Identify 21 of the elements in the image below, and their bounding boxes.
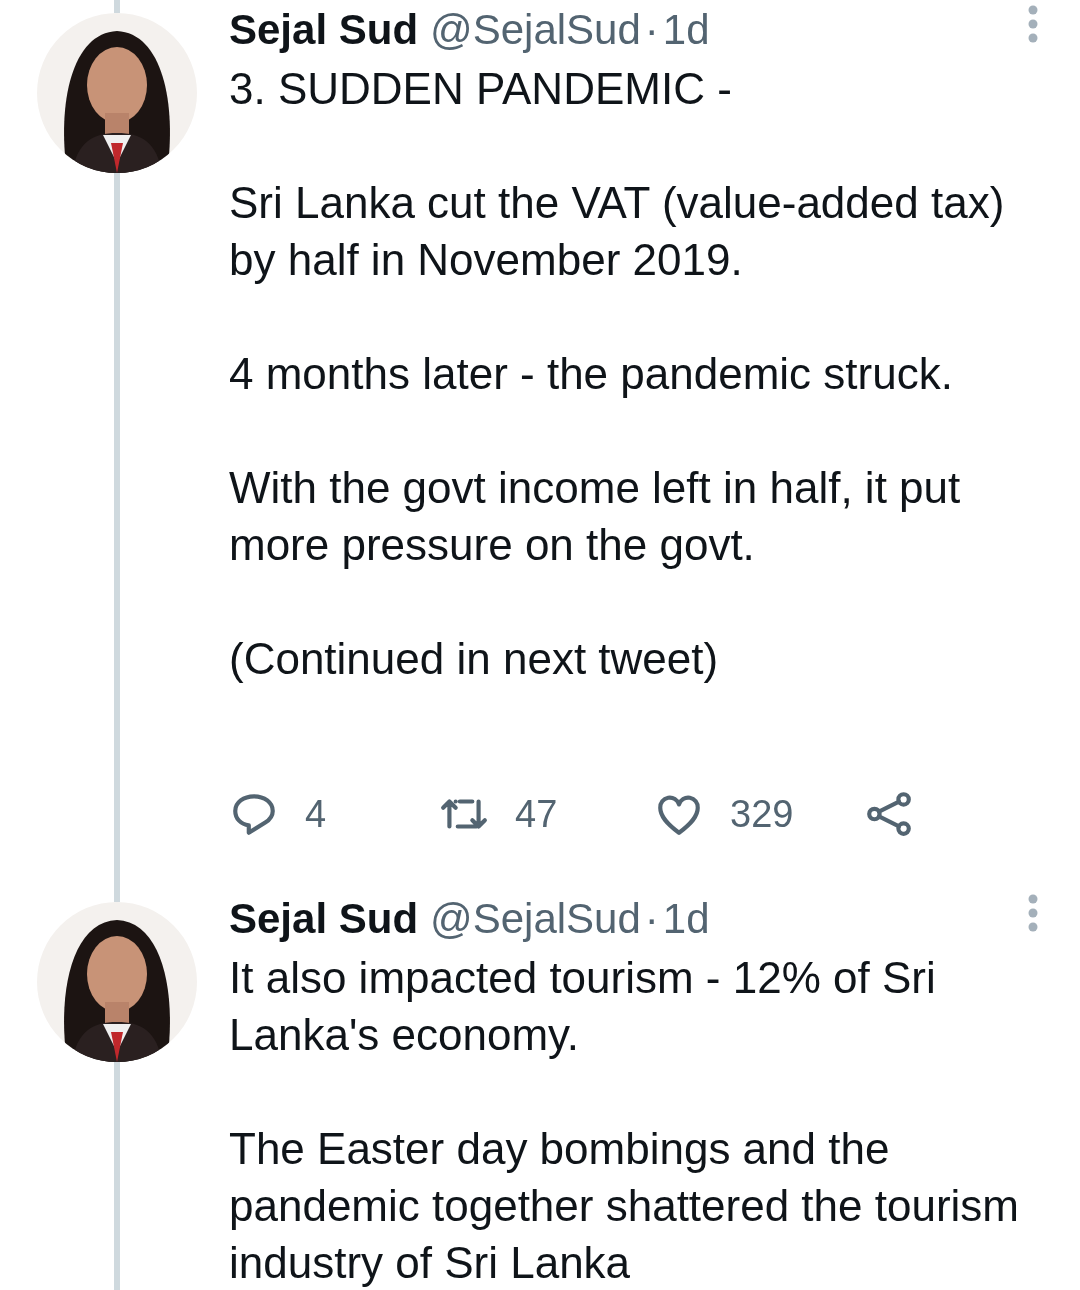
retweet-button[interactable]: 47: [439, 789, 654, 839]
tweet-time[interactable]: 1d: [662, 0, 710, 60]
more-options-icon[interactable]: [1026, 4, 1040, 44]
share-icon: [864, 789, 914, 839]
separator-dot: ·: [644, 5, 659, 55]
tweet-text: It also impacted tourism - 12% of Sri Lanka's economy.: [229, 952, 937, 1061]
tweet-text: 3. SUDDEN PANDEMIC -: [229, 63, 733, 115]
tweet-text: With the govt income left in half, it put more pressure on the govt.: [229, 462, 962, 571]
tweet-text: Sri Lanka cut the VAT (value-added tax) by half in November 2019.: [229, 177, 1006, 286]
more-options-icon[interactable]: [1026, 893, 1040, 933]
author-handle[interactable]: @SejalSud: [430, 889, 641, 949]
tweet-text: 4 months later - the pandemic struck.: [229, 348, 954, 400]
tweet-text: The Easter day bombings and the pandemic together shattered the tourism industry of Sri Lanka: [229, 1123, 1020, 1289]
reply-button[interactable]: 4: [229, 789, 439, 839]
tweet-text: (Continued in next tweet): [229, 633, 720, 685]
author-handle[interactable]: @SejalSud: [430, 0, 641, 60]
like-button[interactable]: 329: [654, 789, 864, 839]
separator-dot: ·: [644, 894, 659, 944]
tweet-time[interactable]: 1d: [662, 889, 710, 949]
author-name[interactable]: Sejal Sud: [229, 889, 419, 949]
author-name[interactable]: Sejal Sud: [229, 0, 419, 60]
